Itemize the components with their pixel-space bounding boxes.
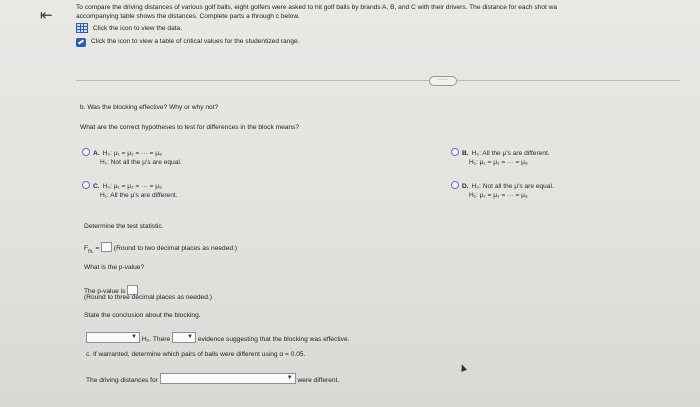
fbl-equals: = [93, 245, 100, 252]
pvalue-hint: (Round to three decimal places as needed… [84, 294, 212, 301]
option-d-h0: H₀: Not all the μ's are equal. [471, 183, 554, 190]
intro-line-2: accompanying table shows the distances. … [76, 13, 300, 21]
distances-row: The driving distances for ▼ were differe… [86, 373, 339, 384]
option-a-radio[interactable] [82, 148, 90, 156]
intro-text: To compare the driving distances of vari… [76, 3, 700, 47]
option-d-radio[interactable] [451, 181, 459, 189]
option-d-h1: H₁: μ₁ = μ₂ = ··· = μ₈ [469, 192, 528, 199]
option-b-h0: H₀: All the μ's are different. [471, 150, 550, 157]
evidence-select[interactable]: ▼ [171, 332, 196, 343]
option-a-letter: A. [93, 150, 100, 157]
option-c[interactable]: C. H₀: μ₁ = μ₂ = ··· = μ₈ H₁: All the μ's… [82, 181, 178, 200]
critical-values-link-label[interactable]: Click the icon to view a table of critic… [91, 37, 300, 46]
section-divider [76, 80, 680, 81]
option-b-letter: B. [462, 150, 469, 157]
test-statistic-prompt: Determine the test statistic. [84, 223, 164, 230]
pairs-select-chevron-icon: ▼ [286, 375, 293, 381]
critical-values-link[interactable]: Click the icon to view a table of critic… [76, 37, 700, 47]
part-c-question: c. If warranted, determine which pairs o… [86, 351, 306, 358]
intro-line-1: To compare the driving distances of vari… [76, 4, 558, 11]
option-a[interactable]: A. H₀: μ₁ = μ₂ = ··· = μ₈ H₁: Not all the… [82, 148, 182, 167]
option-c-h1: H₁: All the μ's are different. [100, 192, 178, 199]
pvalue-prompt: What is the p-value? [84, 264, 145, 271]
expand-pill[interactable]: ····· [429, 76, 457, 86]
reject-select-chevron-icon: ▼ [131, 334, 137, 340]
option-b-radio[interactable] [451, 148, 459, 156]
conclusion-row: ▼ H₀. There ▼ evidence suggesting that t… [86, 332, 349, 343]
option-d[interactable]: D. H₀: Not all the μ's are equal. H₁: μ₁ … [451, 181, 554, 200]
option-b[interactable]: B. H₀: All the μ's are different. H₁: μ₁ … [451, 148, 550, 167]
fbl-hint: (Round to two decimal places as needed.) [113, 245, 238, 252]
evidence-text: evidence suggesting that the blocking wa… [197, 336, 350, 343]
hypotheses-prompt: What are the correct hypotheses to test … [80, 124, 300, 131]
table-icon[interactable] [76, 23, 88, 34]
distances-label: The driving distances for [86, 377, 158, 384]
option-c-h0: H₀: μ₁ = μ₂ = ··· = μ₈ [102, 183, 162, 190]
back-arrow-icon[interactable]: ⇤ [40, 8, 53, 23]
fbl-input[interactable] [101, 242, 113, 252]
option-a-h0: H₀: μ₁ = μ₂ = ··· = μ₈ [102, 150, 162, 157]
evidence-select-chevron-icon: ▼ [187, 334, 193, 340]
part-b-question: b. Was the blocking effective? Why or wh… [80, 104, 219, 111]
were-different-label: were different. [297, 377, 340, 384]
data-table-link-label[interactable]: Click the icon to view the data. [93, 24, 182, 33]
conclusion-prompt: State the conclusion about the blocking. [84, 312, 201, 319]
mouse-cursor-icon [458, 363, 468, 372]
edit-icon[interactable] [76, 37, 86, 47]
option-d-letter: D. [462, 183, 469, 190]
option-c-letter: C. [93, 183, 100, 190]
option-a-h1: H₁: Not all the μ's are equal. [100, 159, 182, 166]
data-table-link[interactable]: Click the icon to view the data. [76, 23, 700, 34]
option-b-h1: H₁: μ₁ = μ₂ = ··· = μ₈ [469, 159, 528, 166]
pairs-select[interactable]: ▼ [159, 373, 296, 384]
reject-select[interactable]: ▼ [86, 332, 140, 343]
option-c-radio[interactable] [82, 181, 90, 189]
page: ⇤ To compare the driving distances of va… [0, 0, 700, 407]
h0-there-label: H₀. There [141, 336, 171, 343]
fbl-row: FBL = (Round to two decimal places as ne… [84, 242, 237, 253]
